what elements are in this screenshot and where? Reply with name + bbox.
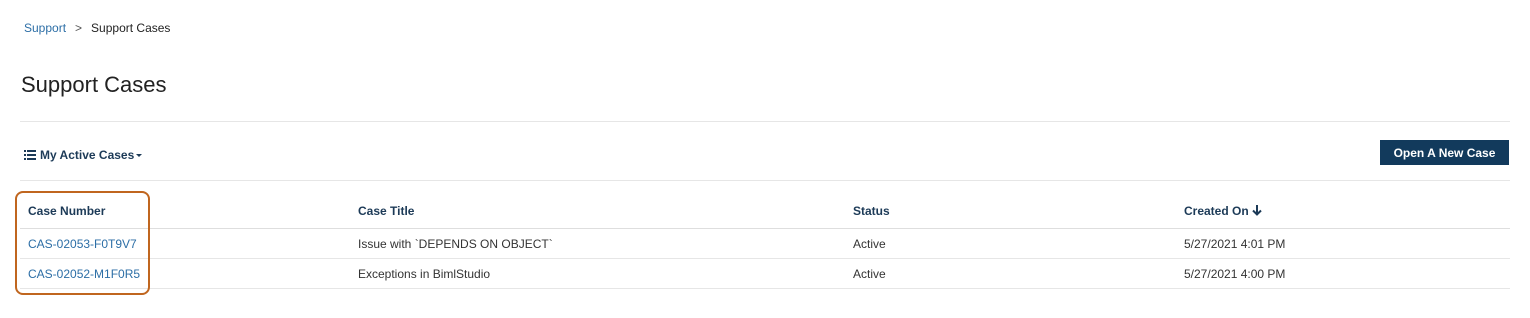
status-cell: Active xyxy=(853,236,886,251)
breadcrumb: Support > Support Cases xyxy=(24,20,170,36)
breadcrumb-separator: > xyxy=(75,21,83,35)
view-selector-dropdown[interactable]: My Active Cases xyxy=(24,148,143,162)
case-number-cell: CAS-02052-M1F0R5 xyxy=(28,267,140,281)
column-header-status[interactable]: Status xyxy=(853,204,890,218)
created-on-cell: 5/27/2021 4:01 PM xyxy=(1184,236,1286,251)
created-on-cell: 5/27/2021 4:00 PM xyxy=(1184,266,1286,281)
cases-table: Case Number Case Title Status Created On… xyxy=(20,193,1510,289)
breadcrumb-current: Support Cases xyxy=(91,21,171,35)
divider xyxy=(20,180,1510,181)
case-title-cell: Issue with `DEPENDS ON OBJECT` xyxy=(358,236,553,251)
caret-down-icon xyxy=(136,154,143,157)
column-header-case-number[interactable]: Case Number xyxy=(28,204,105,218)
status-cell: Active xyxy=(853,266,886,281)
case-number-cell: CAS-02053-F0T9V7 xyxy=(28,237,137,251)
case-title-cell: Exceptions in BimlStudio xyxy=(358,266,491,281)
divider xyxy=(20,121,1510,122)
column-header-case-title[interactable]: Case Title xyxy=(358,204,414,218)
support-cases-page: Support > Support Cases Support Cases My… xyxy=(0,0,1530,318)
case-number-link[interactable]: CAS-02053-F0T9V7 xyxy=(28,237,137,251)
list-icon xyxy=(24,150,36,160)
table-row: CAS-02053-F0T9V7 Issue with `DEPENDS ON … xyxy=(20,229,1510,259)
table-header-row: Case Number Case Title Status Created On xyxy=(20,193,1510,229)
table-row: CAS-02052-M1F0R5 Exceptions in BimlStudi… xyxy=(20,259,1510,289)
column-header-created-on-label: Created On xyxy=(1184,203,1249,218)
open-new-case-button[interactable]: Open A New Case xyxy=(1380,140,1509,165)
arrow-down-icon xyxy=(1251,204,1262,216)
case-number-link[interactable]: CAS-02052-M1F0R5 xyxy=(28,267,140,281)
view-selector-label: My Active Cases xyxy=(40,148,135,162)
breadcrumb-link-support[interactable]: Support xyxy=(24,20,66,36)
column-header-created-on[interactable]: Created On xyxy=(1184,204,1262,218)
page-title: Support Cases xyxy=(21,72,167,97)
